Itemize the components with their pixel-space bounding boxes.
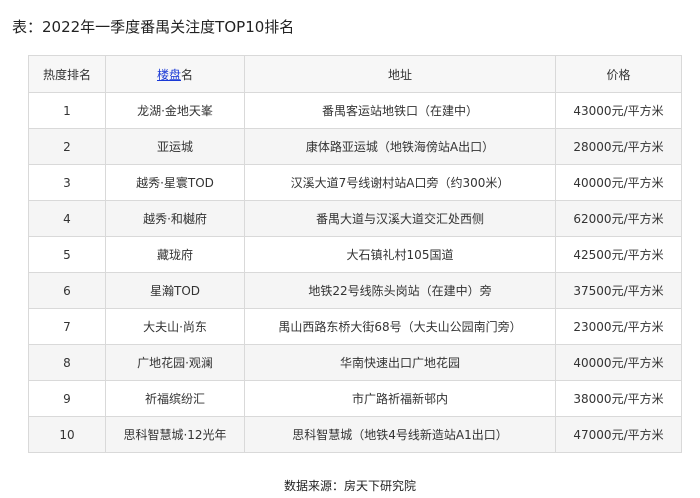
cell-price: 40000元/平方米 xyxy=(555,344,682,381)
cell-rank: 8 xyxy=(28,344,106,381)
cell-price: 28000元/平方米 xyxy=(555,128,682,165)
cell-price: 42500元/平方米 xyxy=(555,236,682,273)
table-row: 7 大夫山·尚东 禺山西路东桥大街68号（大夫山公园南门旁） 23000元/平方米 xyxy=(28,308,682,345)
table-row: 9 祈福缤纷汇 市广路祈福新邨内 38000元/平方米 xyxy=(28,380,682,417)
cell-rank: 6 xyxy=(28,272,106,309)
cell-rank: 5 xyxy=(28,236,106,273)
header-name: 楼盘名 xyxy=(105,55,245,93)
table-row: 2 亚运城 康体路亚运城（地铁海傍站A出口） 28000元/平方米 xyxy=(28,128,682,165)
header-name-suffix: 名 xyxy=(181,67,194,82)
table-header-row: 热度排名 楼盘名 地址 价格 xyxy=(28,55,682,93)
table-row: 4 越秀·和樾府 番禺大道与汉溪大道交汇处西侧 62000元/平方米 xyxy=(28,200,682,237)
cell-price: 38000元/平方米 xyxy=(555,380,682,417)
cell-name: 藏珑府 xyxy=(105,236,245,273)
cell-address: 大石镇礼村105国道 xyxy=(244,236,556,273)
table-row: 1 龙湖·金地天峯 番禺客运站地铁口（在建中） 43000元/平方米 xyxy=(28,92,682,129)
cell-address: 市广路祈福新邨内 xyxy=(244,380,556,417)
cell-address: 禺山西路东桥大街68号（大夫山公园南门旁） xyxy=(244,308,556,345)
table-row: 3 越秀·星寰TOD 汉溪大道7号线谢村站A口旁（约300米） 40000元/平方米 xyxy=(28,164,682,201)
cell-address: 地铁22号线陈头岗站（在建中）旁 xyxy=(244,272,556,309)
cell-address: 思科智慧城（地铁4号线新造站A1出口） xyxy=(244,416,556,453)
cell-name: 广地花园·观澜 xyxy=(105,344,245,381)
table-row: 5 藏珑府 大石镇礼村105国道 42500元/平方米 xyxy=(28,236,682,273)
cell-price: 62000元/平方米 xyxy=(555,200,682,237)
cell-name: 越秀·星寰TOD xyxy=(105,164,245,201)
header-price: 价格 xyxy=(555,55,682,93)
cell-name: 亚运城 xyxy=(105,128,245,165)
data-source: 数据来源：房天下研究院 xyxy=(283,479,416,493)
header-address: 地址 xyxy=(244,55,556,93)
cell-name: 星瀚TOD xyxy=(105,272,245,309)
cell-rank: 4 xyxy=(28,200,106,237)
cell-name: 越秀·和樾府 xyxy=(105,200,245,237)
cell-price: 47000元/平方米 xyxy=(555,416,682,453)
cell-rank: 9 xyxy=(28,380,106,417)
table-row: 10 思科智慧城·12光年 思科智慧城（地铁4号线新造站A1出口） 47000元/平方… xyxy=(28,416,682,453)
cell-address: 华南快速出口广地花园 xyxy=(244,344,556,381)
table-row: 8 广地花园·观澜 华南快速出口广地花园 40000元/平方米 xyxy=(28,344,682,381)
property-link[interactable]: 楼盘 xyxy=(157,68,181,82)
cell-rank: 7 xyxy=(28,308,106,345)
cell-price: 43000元/平方米 xyxy=(555,92,682,129)
cell-rank: 3 xyxy=(28,164,106,201)
cell-rank: 10 xyxy=(28,416,106,453)
cell-rank: 2 xyxy=(28,128,106,165)
cell-price: 37500元/平方米 xyxy=(555,272,682,309)
header-rank: 热度排名 xyxy=(28,55,106,93)
cell-name: 龙湖·金地天峯 xyxy=(105,92,245,129)
table-row: 6 星瀚TOD 地铁22号线陈头岗站（在建中）旁 37500元/平方米 xyxy=(28,272,682,309)
cell-price: 40000元/平方米 xyxy=(555,164,682,201)
cell-price: 23000元/平方米 xyxy=(555,308,682,345)
table-caption: 表：2022年一季度番禺关注度TOP10排名 xyxy=(12,18,295,36)
cell-address: 康体路亚运城（地铁海傍站A出口） xyxy=(244,128,556,165)
ranking-table: 热度排名 楼盘名 地址 价格 1 龙湖·金地天峯 番禺客运站地铁口（在建中） 4300… xyxy=(28,55,682,453)
cell-address: 番禺客运站地铁口（在建中） xyxy=(244,92,556,129)
cell-rank: 1 xyxy=(28,92,106,129)
cell-name: 思科智慧城·12光年 xyxy=(105,416,245,453)
cell-name: 大夫山·尚东 xyxy=(105,308,245,345)
cell-address: 汉溪大道7号线谢村站A口旁（约300米） xyxy=(244,164,556,201)
cell-name: 祈福缤纷汇 xyxy=(105,380,245,417)
cell-address: 番禺大道与汉溪大道交汇处西侧 xyxy=(244,200,556,237)
